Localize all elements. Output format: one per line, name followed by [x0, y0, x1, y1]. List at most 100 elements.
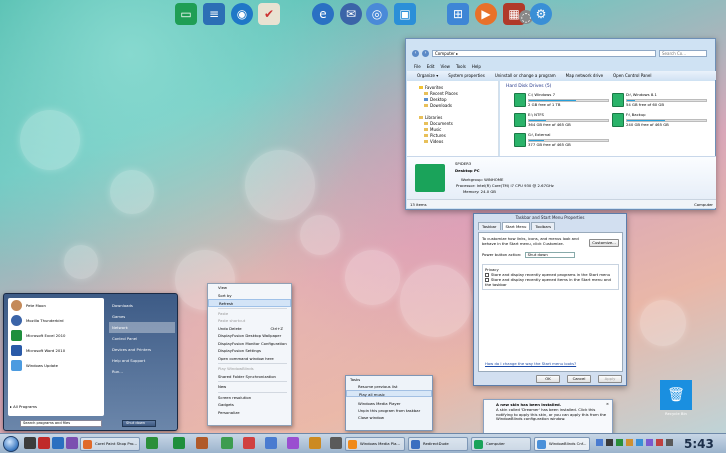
misc-tray-icon[interactable] [666, 439, 673, 446]
power-select[interactable]: Shut down [524, 252, 575, 258]
menu-tools[interactable]: Tools [456, 64, 466, 69]
link-help-support[interactable]: Help and Support [109, 355, 175, 366]
ctx-screen-resolution[interactable]: Screen resolution [208, 394, 291, 402]
ctx-df-monitor[interactable]: DisplayFusion Monitor Configuration [208, 340, 291, 348]
drive-g[interactable]: G:\ External 377 GB free of 465 GB [514, 132, 609, 151]
recycle-bin-icon[interactable]: 🗑 [660, 380, 692, 410]
ctx-refresh[interactable]: Refresh [208, 299, 291, 307]
program-excel[interactable]: Microsoft Excel 2010 [8, 328, 104, 343]
ctx-personalize[interactable]: Personalize [208, 409, 291, 417]
menu-view[interactable]: View [440, 64, 450, 69]
task-wmp[interactable]: Windows Media Pla... [345, 437, 405, 451]
pinned-app-icon[interactable] [66, 437, 78, 449]
drive-c[interactable]: C:\ Windows 7 2 GB free of 1 TB [514, 92, 609, 111]
pinned-app-icon[interactable] [243, 437, 255, 449]
customize-button[interactable]: Customize... [589, 239, 619, 247]
task-redirectdude[interactable]: RedirectDude [408, 437, 468, 451]
link-control-panel[interactable]: Control Panel [109, 333, 175, 344]
pinned-app-icon[interactable] [330, 437, 342, 449]
jumplist-close[interactable]: Close window [346, 414, 432, 421]
start-search-input[interactable]: Search programs and files [20, 420, 102, 427]
monitor-icon[interactable]: ▭ [175, 3, 197, 25]
ctx-shared-folder-sync[interactable]: Shared Folder Synchronization [208, 373, 291, 381]
link-network[interactable]: Network [109, 322, 175, 333]
thunderbird-icon[interactable]: ✉ [340, 3, 362, 25]
program-windows-update[interactable]: Windows Update [8, 358, 104, 373]
windows-logo-icon[interactable]: ⊞ [447, 3, 469, 25]
cancel-button[interactable]: Cancel [567, 375, 591, 383]
map-network-drive-button[interactable]: Map network drive [562, 73, 607, 78]
link-devices-printers[interactable]: Devices and Printers [109, 344, 175, 355]
pinned-app-icon[interactable] [146, 437, 158, 449]
ctx-sort-by[interactable]: Sort by [208, 292, 291, 300]
display-tray-icon[interactable] [646, 439, 653, 446]
gear-icon[interactable]: ⚙ [530, 3, 552, 25]
checklist-icon[interactable]: ✔ [258, 3, 280, 25]
display-icon[interactable]: ▣ [394, 3, 416, 25]
media-center-icon[interactable]: ▶ [475, 3, 497, 25]
ctx-command-window[interactable]: Open command window here [208, 355, 291, 363]
organize-button[interactable]: Organize ▾ [413, 73, 442, 78]
sync-tray-icon[interactable] [636, 439, 643, 446]
menu-edit[interactable]: Edit [427, 64, 435, 69]
program-thunderbird[interactable]: Mozilla Thunderbird [8, 313, 104, 328]
security-tray-icon[interactable] [616, 439, 623, 446]
volume-tray-icon[interactable] [606, 439, 613, 446]
link-run[interactable]: Run... [109, 366, 175, 377]
jumplist-wmp[interactable]: Windows Media Player [346, 400, 432, 407]
start-orb[interactable] [3, 436, 19, 452]
help-link[interactable]: How do I change the way the Start menu l… [485, 361, 576, 366]
program-word[interactable]: Microsoft Word 2010 [8, 343, 104, 358]
search-input[interactable]: Search Co... [659, 49, 707, 57]
ctx-view[interactable]: View [208, 284, 291, 292]
shutdown-button[interactable]: Shut down [122, 420, 156, 427]
nav-videos[interactable]: Videos [419, 138, 498, 144]
close-icon[interactable]: × [606, 401, 609, 407]
forward-arrow-icon[interactable]: › [422, 49, 429, 57]
address-bar[interactable]: Computer ▸ [432, 49, 656, 57]
ctx-paste[interactable]: Paste [208, 310, 291, 318]
pinned-app-icon[interactable] [221, 437, 233, 449]
skin-installed-notification[interactable]: A new skin has been installed. A skin ca… [483, 399, 613, 435]
document-icon[interactable]: ≡ [203, 3, 225, 25]
tab-start-menu[interactable]: Start Menu [501, 222, 531, 230]
ctx-gadgets[interactable]: Gadgets [208, 401, 291, 409]
drive-e[interactable]: E:\ NTFS 364 GB free of 465 GB [514, 112, 609, 131]
ctx-df-settings[interactable]: DisplayFusion Settings [208, 347, 291, 355]
chrome-icon[interactable]: ◎ [366, 3, 388, 25]
menu-file[interactable]: File [414, 64, 421, 69]
task-computer[interactable]: Computer [471, 437, 531, 451]
system-properties-button[interactable]: System properties [444, 73, 489, 78]
update-tray-icon[interactable] [656, 439, 663, 446]
pinned-app-icon[interactable] [265, 437, 277, 449]
jumplist-resume[interactable]: Resume previous list [346, 383, 432, 390]
hard-disk-drives-header[interactable]: Hard Disk Drives (5) [506, 84, 551, 89]
ie-globe-icon[interactable]: e [312, 3, 334, 25]
ok-button[interactable]: OK [536, 375, 560, 383]
ctx-play-windowblinds[interactable]: Play WindowBlinds [208, 365, 291, 373]
open-control-panel-button[interactable]: Open Control Panel [609, 73, 655, 78]
pinned-app-icon[interactable] [24, 437, 36, 449]
ctx-new[interactable]: New [208, 383, 291, 391]
ctx-df-wallpaper[interactable]: DisplayFusion Desktop Wallpaper [208, 332, 291, 340]
network-tray-icon[interactable] [596, 439, 603, 446]
ctx-undo-delete[interactable]: Undo Delete Ctrl+Z [208, 325, 291, 333]
menu-help[interactable]: Help [472, 64, 481, 69]
pinned-app-icon[interactable] [287, 437, 299, 449]
link-downloads[interactable]: Downloads [109, 300, 175, 311]
link-games[interactable]: Games [109, 311, 175, 322]
task-windowblinds[interactable]: WindowBlinds Cnf... [534, 437, 590, 451]
pinned-app-icon[interactable] [196, 437, 208, 449]
tab-toolbars[interactable]: Toolbars [531, 222, 556, 230]
back-arrow-icon[interactable]: ‹ [412, 49, 419, 57]
taskbar-clock[interactable]: 5:43 [684, 437, 714, 451]
apply-button[interactable]: Apply [598, 375, 622, 383]
globe-icon[interactable]: ◉ [231, 3, 253, 25]
pinned-app-icon[interactable] [52, 437, 64, 449]
tab-taskbar[interactable]: Taskbar [478, 222, 501, 230]
jumplist-play-all[interactable]: Play all music [346, 390, 432, 397]
uninstall-program-button[interactable]: Uninstall or change a program [491, 73, 560, 78]
power-tray-icon[interactable] [626, 439, 633, 446]
pinned-app-icon[interactable] [173, 437, 185, 449]
jumplist-unpin[interactable]: Unpin this program from taskbar [346, 407, 432, 414]
